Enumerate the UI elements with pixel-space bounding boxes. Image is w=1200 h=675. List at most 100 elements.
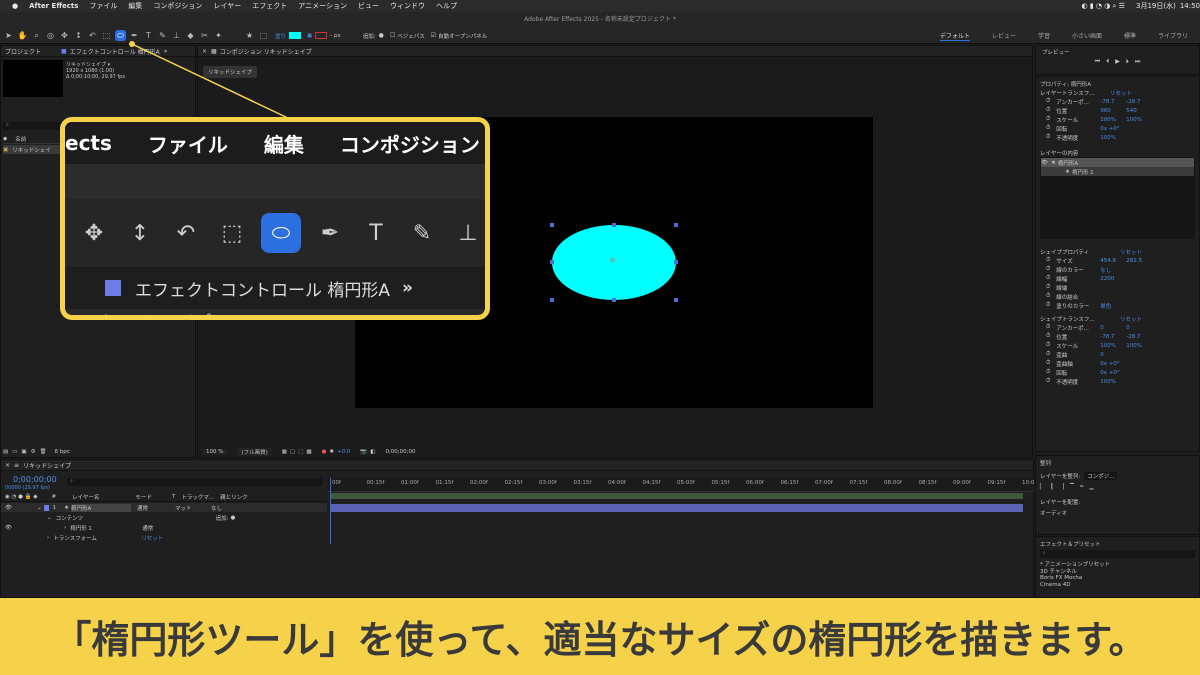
effects-item-3d[interactable]: 3D チャンネル	[1040, 567, 1077, 575]
work-area-bar[interactable]	[331, 493, 1023, 499]
effects-item-boris[interactable]: Boris FX Mocha	[1040, 575, 1082, 581]
stopwatch-icon[interactable]: ⏱	[1046, 293, 1050, 300]
stopwatch-icon[interactable]: ⏱	[1046, 125, 1050, 132]
sub-expand-icon[interactable]: ›	[64, 525, 66, 531]
effects-item-c4d[interactable]: Cinema 4D	[1040, 582, 1070, 588]
stopwatch-icon[interactable]: ⏱	[1046, 275, 1050, 282]
shape-transform-value-2[interactable]: 0	[1126, 325, 1130, 331]
stopwatch-icon[interactable]: ⏱	[1046, 351, 1050, 358]
playhead[interactable]	[330, 478, 331, 544]
layer-parent[interactable]: なし	[211, 504, 222, 512]
shape-prop-value-1[interactable]: 2200	[1100, 276, 1126, 282]
transform-expand-icon[interactable]: ›	[47, 535, 49, 541]
stopwatch-icon[interactable]: ⏱	[1046, 333, 1050, 340]
layer-transform-value-2[interactable]: -28.7	[1126, 99, 1140, 105]
shape-prop-value-1[interactable]: なし	[1100, 266, 1126, 274]
stopwatch-icon[interactable]: ⏱	[1046, 98, 1050, 105]
prev-frame-icon[interactable]: ⏴	[1106, 58, 1109, 66]
shape-transform-value-2[interactable]: -28.7	[1126, 334, 1140, 340]
layer-transform-label[interactable]: レイヤートランスフ...	[1040, 89, 1110, 97]
stopwatch-icon[interactable]: ⏱	[1046, 257, 1050, 264]
layer-label-swatch[interactable]	[43, 504, 49, 511]
align-hcenter-icon[interactable]: ┃	[1050, 484, 1059, 490]
transform-label[interactable]: トランスフォーム	[53, 534, 141, 542]
align-vcenter-icon[interactable]: ━	[1080, 484, 1089, 490]
align-to-select[interactable]: コンポジ...	[1084, 471, 1118, 480]
shape-transform-value-1[interactable]: 100%	[1100, 379, 1126, 385]
layer-transform-value-1[interactable]: 100%	[1100, 117, 1126, 123]
shape-transform-label[interactable]: シェイプトランスフ...	[1040, 315, 1120, 323]
contents-add[interactable]: 追加:	[216, 514, 229, 522]
last-frame-icon[interactable]: ⏭	[1135, 58, 1140, 66]
stopwatch-icon[interactable]: ⏱	[1046, 369, 1050, 376]
sub-shape-name[interactable]: 楕円形 1	[70, 524, 142, 532]
shape-prop-value-1[interactable]: 454.6	[1100, 258, 1126, 264]
stopwatch-icon[interactable]: ⏱	[1046, 107, 1050, 114]
layer-transform-value-1[interactable]: 100%	[1100, 135, 1126, 141]
layer-name[interactable]: 楕円形A	[71, 503, 132, 512]
play-icon[interactable]: ▶	[1115, 58, 1120, 65]
layer-transform-value-1[interactable]: -78.7	[1100, 99, 1126, 105]
time-ruler[interactable]: 00f 00:15f 01:00f 01:15f 02:00f 02:15f 03:00f 0…	[328, 478, 1034, 492]
shape-transform-value-1[interactable]: 0	[1100, 325, 1126, 331]
align-left-icon[interactable]: ▏	[1040, 484, 1050, 490]
layer-visibility-icon[interactable]: 👁	[5, 505, 12, 511]
stopwatch-icon[interactable]: ⏱	[1046, 266, 1050, 273]
stopwatch-icon[interactable]: ⏱	[1046, 134, 1050, 141]
stopwatch-icon[interactable]: ⏱	[1046, 302, 1050, 309]
shape-transform-value-1[interactable]: -78.7	[1100, 334, 1126, 340]
col-parent[interactable]: 親とリンク	[220, 493, 248, 501]
shape-transform-value-1[interactable]: 0x +0°	[1100, 361, 1126, 367]
layer-transform-value-2[interactable]: 540	[1126, 108, 1137, 114]
shape-transform-reset[interactable]: リセット	[1120, 315, 1142, 323]
layer-transform-reset[interactable]: リセット	[1110, 89, 1132, 97]
layer-expand-icon[interactable]: ⌄	[37, 505, 42, 511]
shape-prop-value-2[interactable]: 282.5	[1126, 258, 1142, 264]
layer-mode[interactable]: 通常	[137, 504, 167, 512]
layer-transform-value-1[interactable]: 960	[1100, 108, 1126, 114]
align-top-icon[interactable]: ▔	[1070, 484, 1080, 490]
col-t[interactable]: T	[172, 494, 175, 500]
shape-props-label[interactable]: シェイププロパティ	[1040, 248, 1120, 256]
sub-shape-mode[interactable]: 通常	[142, 524, 153, 532]
contents-label[interactable]: コンテンツ	[56, 514, 216, 522]
transform-reset[interactable]: リセット	[141, 534, 163, 542]
col-track-matte[interactable]: トラックマ...	[181, 493, 214, 501]
first-frame-icon[interactable]: ⏮	[1095, 58, 1100, 66]
shape-transform-value-1[interactable]: 0x +0°	[1100, 370, 1126, 376]
col-mode[interactable]: モード	[135, 493, 152, 501]
shape-transform-value-2[interactable]: 100%	[1126, 343, 1142, 349]
timeline-timecode[interactable]: 0;00;00;00	[13, 475, 57, 484]
stopwatch-icon[interactable]: ⏱	[1046, 284, 1050, 291]
contents-expand-icon[interactable]: ⌄	[47, 515, 52, 521]
shape-transform-value-1[interactable]: 100%	[1100, 343, 1126, 349]
stopwatch-icon[interactable]: ⏱	[1046, 324, 1050, 331]
layer-transform-value-1[interactable]: 0x +0°	[1100, 126, 1126, 132]
layer-transform-value-2[interactable]: 100%	[1126, 117, 1142, 123]
timeline-menu-icon[interactable]: ≡	[14, 462, 19, 469]
timeline-close-icon[interactable]: ×	[5, 462, 10, 469]
col-number[interactable]: #	[51, 494, 56, 500]
shape-prop-value-1[interactable]: 単色	[1100, 302, 1126, 310]
shape-props-reset[interactable]: リセット	[1120, 248, 1142, 256]
stopwatch-icon[interactable]: ⏱	[1046, 378, 1050, 385]
next-frame-icon[interactable]: ⏵	[1126, 58, 1129, 66]
col-layer-name[interactable]: レイヤー名	[72, 493, 99, 501]
layer-duration-bar[interactable]	[331, 504, 1023, 512]
sub-visibility-icon[interactable]: 👁	[5, 525, 12, 531]
effects-search[interactable]: ⌕	[1040, 550, 1195, 558]
shape-transform-value-1[interactable]: 0	[1100, 352, 1126, 358]
contents-add-icon[interactable]: ●	[230, 515, 235, 521]
stopwatch-icon[interactable]: ⏱	[1046, 360, 1050, 367]
stopwatch-icon[interactable]: ⏱	[1046, 116, 1050, 123]
layer-matte[interactable]: マット	[175, 504, 203, 512]
visibility-icon[interactable]: 👁	[1041, 160, 1048, 166]
timeline-search[interactable]: ⌕	[67, 478, 322, 486]
stopwatch-icon[interactable]: ⏱	[1046, 342, 1050, 349]
layer-row[interactable]: 👁 ⌄ 1 ★ 楕円形A 通常 マット なし	[1, 503, 327, 512]
align-bottom-icon[interactable]: ▁	[1089, 484, 1099, 490]
align-right-icon[interactable]: ▕	[1060, 484, 1070, 490]
tab-timeline[interactable]: リキッドシェイプ	[23, 461, 71, 470]
contents-item-2[interactable]: 楕円形 1	[1072, 168, 1094, 176]
contents-item-1[interactable]: 楕円形A	[1058, 159, 1078, 167]
